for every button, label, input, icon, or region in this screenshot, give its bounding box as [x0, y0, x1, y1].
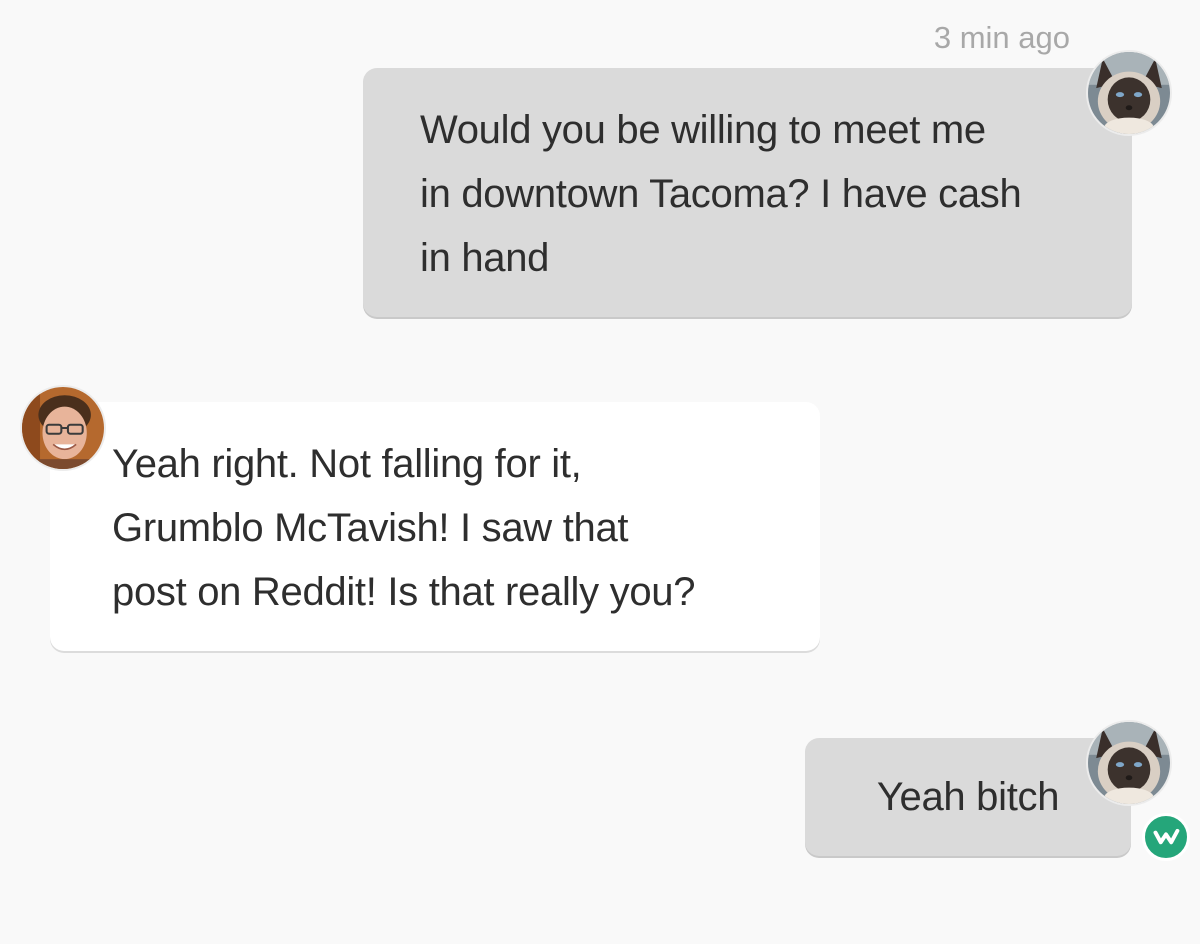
message-text: Yeah bitch [876, 775, 1060, 819]
app-logo-w-badge-icon [1142, 813, 1190, 861]
siamese-cat-avatar-icon[interactable] [1086, 720, 1172, 806]
man-with-glasses-avatar-icon[interactable] [20, 385, 106, 471]
siamese-cat-avatar-icon-graphic [1088, 722, 1170, 804]
siamese-cat-avatar-icon-graphic [1088, 52, 1170, 134]
app-logo-w-glyph-icon [1153, 828, 1180, 845]
message-text: Would you be willing to meet me in downt… [420, 108, 1022, 280]
man-with-glasses-avatar-icon-graphic [22, 387, 104, 469]
message-bubble-incoming[interactable]: Yeah right. Not falling for it, Grumblo … [50, 402, 820, 651]
message-bubble-outgoing[interactable]: Would you be willing to meet me in downt… [363, 68, 1132, 317]
message-text: Yeah right. Not falling for it, Grumblo … [112, 442, 696, 614]
message-timestamp: 3 min ago [933, 20, 1070, 55]
siamese-cat-avatar-icon[interactable] [1086, 50, 1172, 136]
message-bubble-outgoing[interactable]: Yeah bitch [805, 738, 1131, 856]
